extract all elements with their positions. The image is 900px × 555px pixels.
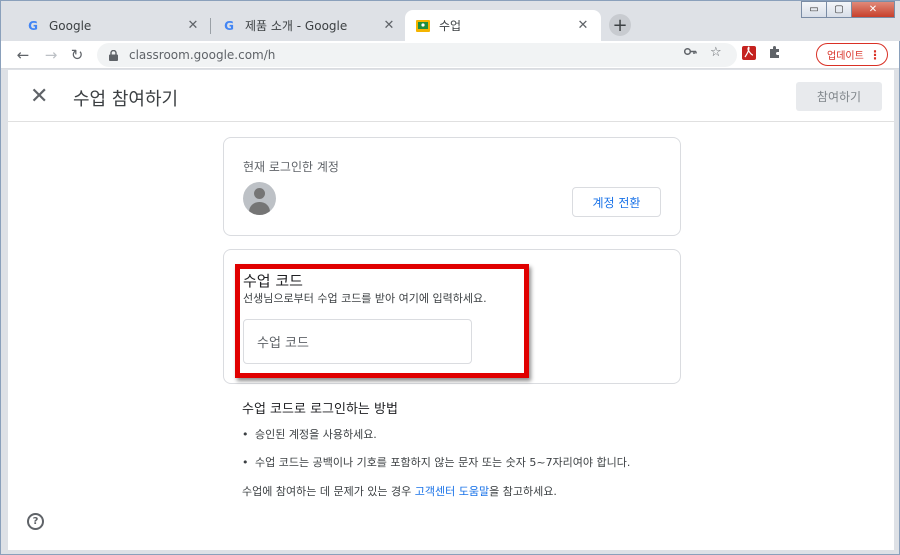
howto-list: 승인된 계정을 사용하세요. 수업 코드는 공백이나 기호를 포함하지 않는 문… (242, 427, 672, 471)
lock-icon (109, 49, 119, 61)
class-code-card: 수업 코드 선생님으로부터 수업 코드를 받아 여기에 입력하세요. 수업 코드 (223, 249, 681, 384)
star-icon[interactable]: ☆ (710, 45, 722, 60)
help-center-link[interactable]: 고객센터 도움말 (415, 485, 489, 498)
tab-title: 제품 소개 - Google (245, 19, 348, 33)
close-tab-icon[interactable]: ✕ (381, 18, 397, 33)
footer-suffix: 을 참고하세요. (489, 485, 557, 498)
update-button[interactable]: 업데이트 ⋮ (816, 43, 888, 66)
back-icon[interactable]: ← (13, 45, 33, 65)
classroom-icon (415, 18, 431, 34)
avatar (243, 182, 276, 215)
window-close-icon[interactable]: ✕ (851, 1, 895, 18)
page-title: 수업 참여하기 (73, 89, 179, 110)
update-label: 업데이트 (827, 51, 864, 62)
browser-toolbar: ← → ↻ classroom.google.com/h ☆ 업데이트 ⋮ (1, 41, 899, 69)
class-code-input[interactable]: 수업 코드 (243, 319, 472, 364)
howto-section: 수업 코드로 로그인하는 방법 승인된 계정을 사용하세요. 수업 코드는 공백… (242, 398, 672, 499)
close-tab-icon[interactable]: ✕ (185, 18, 201, 33)
forward-icon[interactable]: → (41, 45, 61, 65)
footer-prefix: 수업에 참여하는 데 문제가 있는 경우 (242, 485, 415, 498)
menu-dots-icon: ⋮ (869, 47, 881, 62)
tab-product[interactable]: G 제품 소개 - Google ✕ (211, 10, 407, 41)
extensions-puzzle-icon[interactable] (768, 45, 782, 63)
address-bar[interactable]: classroom.google.com/h (97, 43, 737, 67)
list-item: 승인된 계정을 사용하세요. (242, 427, 672, 443)
tab-google[interactable]: G Google ✕ (15, 10, 211, 41)
join-button[interactable]: 참여하기 (796, 82, 882, 111)
window-controls: ▭ ▢ ✕ (801, 1, 895, 18)
howto-heading: 수업 코드로 로그인하는 방법 (242, 402, 398, 417)
tab-title: Google (49, 18, 92, 33)
url-text: classroom.google.com/h (129, 48, 276, 62)
new-tab-button[interactable]: + (609, 14, 631, 36)
app-bar: ✕ 수업 참여하기 참여하기 (8, 70, 894, 122)
class-code-subtitle: 선생님으로부터 수업 코드를 받아 여기에 입력하세요. (243, 292, 487, 305)
switch-account-button[interactable]: 계정 전환 (572, 187, 661, 217)
list-item: 수업 코드는 공백이나 기호를 포함하지 않는 문자 또는 숫자 5~7자리여야… (242, 455, 672, 471)
close-tab-icon[interactable]: ✕ (575, 18, 591, 33)
tab-title: 수업 (439, 19, 462, 33)
maximize-icon[interactable]: ▢ (826, 1, 852, 18)
pdf-extension-icon[interactable] (742, 46, 756, 64)
tab-classroom[interactable]: 수업 ✕ (405, 10, 601, 41)
help-icon[interactable]: ? (27, 513, 44, 530)
class-code-heading: 수업 코드 (243, 272, 303, 290)
browser-window: G Google ✕ G 제품 소개 - Google ✕ 수업 ✕ + ▭ ▢… (0, 0, 900, 555)
reload-icon[interactable]: ↻ (67, 45, 87, 65)
close-icon[interactable]: ✕ (30, 84, 48, 109)
help-footer: 수업에 참여하는 데 문제가 있는 경우 고객센터 도움말을 참고하세요. (242, 483, 672, 499)
tab-strip: G Google ✕ G 제품 소개 - Google ✕ 수업 ✕ + ▭ ▢… (1, 1, 900, 41)
key-icon[interactable] (683, 45, 697, 62)
classroom-page: ✕ 수업 참여하기 참여하기 현재 로그인한 계정 계정 전환 수업 코드 선생… (8, 70, 894, 550)
account-label: 현재 로그인한 계정 (243, 160, 339, 174)
account-card: 현재 로그인한 계정 계정 전환 (223, 137, 681, 236)
minimize-icon[interactable]: ▭ (801, 1, 827, 18)
google-g-icon: G (224, 18, 234, 33)
google-g-icon: G (28, 18, 38, 33)
